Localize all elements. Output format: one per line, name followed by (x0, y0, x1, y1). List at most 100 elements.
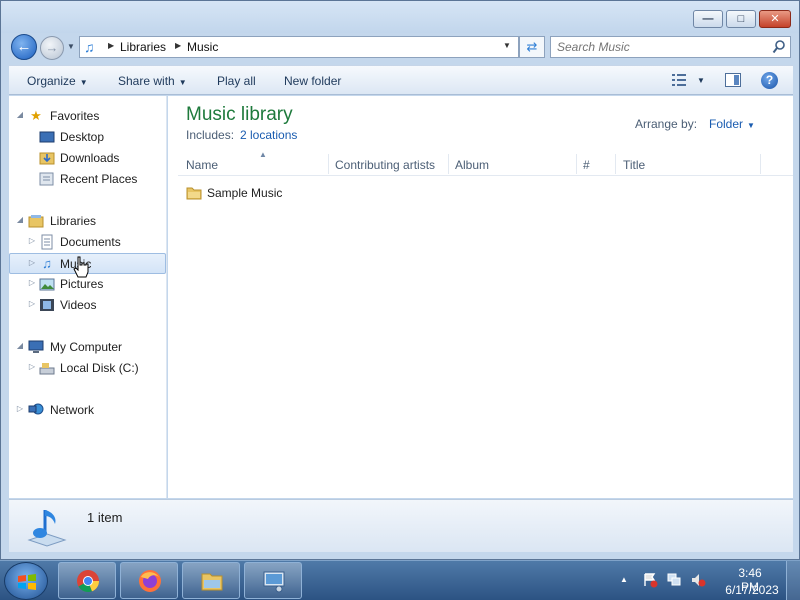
chevron-down-icon: ▼ (67, 42, 75, 51)
nav-item-desktop[interactable]: Desktop (9, 127, 166, 148)
organize-button[interactable]: Organize ▼ (27, 74, 88, 88)
volume-muted-icon[interactable] (690, 572, 706, 588)
close-icon: ✕ (770, 13, 780, 25)
address-bar[interactable]: ♫ ▶ Libraries ▶ Music (79, 36, 519, 58)
collapse-arrow-icon[interactable]: ◢ (15, 110, 25, 119)
refresh-button[interactable]: ⇄ (519, 36, 545, 58)
explorer-window: — □ ✕ ← → ▼ ♫ ▶ Libraries ▶ Music ▼ ⇄ Or… (0, 0, 800, 560)
collapse-arrow-icon[interactable]: ◢ (15, 341, 25, 350)
expand-arrow-icon[interactable]: ▷ (27, 299, 37, 308)
action-center-icon[interactable] (642, 572, 658, 588)
music-note-icon: ♫ (84, 39, 95, 55)
address-dropdown-icon[interactable]: ▼ (503, 41, 511, 50)
arrange-by-label: Arrange by: (635, 117, 698, 131)
collapse-arrow-icon[interactable]: ◢ (15, 215, 25, 224)
search-box[interactable] (550, 36, 791, 58)
nav-item-downloads[interactable]: Downloads (9, 148, 166, 169)
new-folder-button[interactable]: New folder (284, 74, 341, 88)
show-desktop-button[interactable] (786, 561, 800, 600)
view-options-dropdown-icon[interactable]: ▼ (697, 76, 705, 85)
column-title[interactable]: Title (623, 158, 645, 172)
play-all-button[interactable]: Play all (217, 74, 256, 88)
nav-item-videos[interactable]: ▷ Videos (9, 295, 166, 316)
music-note-icon: ♫ (42, 256, 52, 271)
chevron-down-icon: ▼ (747, 121, 755, 130)
taskbar-remote-desktop-button[interactable] (244, 562, 302, 599)
column-track-number[interactable]: # (583, 158, 590, 172)
file-list-pane: Music library Includes: 2 locations Arra… (168, 96, 793, 498)
breadcrumb-separator-icon[interactable]: ▶ (108, 41, 114, 50)
locations-link[interactable]: 2 locations (240, 128, 297, 142)
search-icon[interactable] (772, 39, 786, 55)
column-divider[interactable] (576, 154, 577, 174)
nav-label: My Computer (50, 340, 123, 354)
nav-item-local-disk[interactable]: ▷ Local Disk (C:) (9, 358, 166, 379)
arrange-by-dropdown[interactable]: Folder ▼ (709, 117, 755, 131)
column-divider[interactable] (328, 154, 329, 174)
pictures-icon (39, 278, 55, 291)
music-library-icon (27, 510, 67, 547)
share-with-button[interactable]: Share with ▼ (118, 74, 187, 88)
column-name[interactable]: Name (186, 158, 218, 172)
star-icon: ★ (30, 108, 42, 123)
column-contributing-artists[interactable]: Contributing artists (335, 158, 435, 172)
windows-explorer-icon (201, 573, 223, 591)
nav-item-my-computer[interactable]: ◢ My Computer (9, 337, 166, 358)
column-divider[interactable] (448, 154, 449, 174)
nav-label: Downloads (60, 151, 120, 165)
back-button[interactable]: ← (11, 34, 37, 60)
column-divider[interactable] (615, 154, 616, 174)
maximize-button[interactable]: □ (726, 10, 756, 28)
network-status-icon[interactable] (666, 572, 682, 588)
title-bar[interactable]: — □ ✕ (1, 1, 799, 33)
taskbar-firefox-button[interactable] (120, 562, 178, 599)
breadcrumb-separator-icon[interactable]: ▶ (175, 41, 181, 50)
arrange-by-value: Folder (709, 117, 744, 131)
remote-desktop-icon (263, 571, 285, 593)
change-view-icon[interactable] (671, 73, 687, 87)
expand-arrow-icon[interactable]: ▷ (27, 258, 37, 267)
back-arrow-icon: ← (16, 38, 32, 55)
videos-icon (40, 299, 54, 311)
libraries-icon (28, 215, 44, 228)
column-divider[interactable] (760, 154, 761, 174)
details-pane: 1 item (9, 499, 793, 552)
nav-item-favorites[interactable]: ◢ ★ Favorites (9, 106, 166, 127)
expand-arrow-icon[interactable]: ▷ (27, 236, 37, 245)
chevron-down-icon: ▼ (178, 78, 187, 87)
network-icon (28, 403, 44, 415)
organize-label: Organize (27, 74, 76, 88)
list-item[interactable]: Sample Music (186, 184, 386, 204)
taskbar: ▲ 3:46 PM 6/17/2023 (0, 560, 800, 600)
preview-pane-button[interactable] (725, 73, 741, 87)
item-name: Sample Music (207, 186, 283, 200)
expand-arrow-icon[interactable]: ▷ (15, 404, 25, 413)
help-button[interactable]: ? (761, 72, 778, 89)
item-count: 1 item (87, 510, 123, 525)
taskbar-explorer-button[interactable] (182, 562, 240, 599)
recent-pages-dropdown[interactable]: ▼ (67, 41, 77, 53)
nav-label: Documents (60, 235, 121, 249)
hard-drive-icon (39, 363, 55, 375)
nav-item-documents[interactable]: ▷ Documents (9, 232, 166, 253)
forward-button[interactable]: → (40, 36, 64, 60)
expand-arrow-icon[interactable]: ▷ (27, 278, 37, 287)
start-button[interactable] (4, 562, 48, 600)
chevron-down-icon: ▼ (79, 78, 88, 87)
minimize-button[interactable]: — (693, 10, 723, 28)
recent-places-icon (39, 172, 54, 186)
nav-item-libraries[interactable]: ◢ Libraries (9, 211, 166, 232)
nav-item-network[interactable]: ▷ Network (9, 400, 166, 421)
clock-date[interactable]: 6/17/2023 (722, 583, 782, 597)
breadcrumb-libraries[interactable]: Libraries (120, 40, 166, 54)
breadcrumb-music[interactable]: Music (187, 40, 218, 54)
close-button[interactable]: ✕ (759, 10, 791, 28)
nav-item-recent-places[interactable]: Recent Places (9, 169, 166, 190)
search-input[interactable] (557, 39, 767, 55)
show-hidden-icons-icon[interactable]: ▲ (620, 575, 628, 584)
includes-label: Includes: (186, 128, 235, 142)
taskbar-chrome-button[interactable] (58, 562, 116, 599)
column-album[interactable]: Album (455, 158, 489, 172)
expand-arrow-icon[interactable]: ▷ (27, 362, 37, 371)
desktop-icon (39, 131, 55, 143)
